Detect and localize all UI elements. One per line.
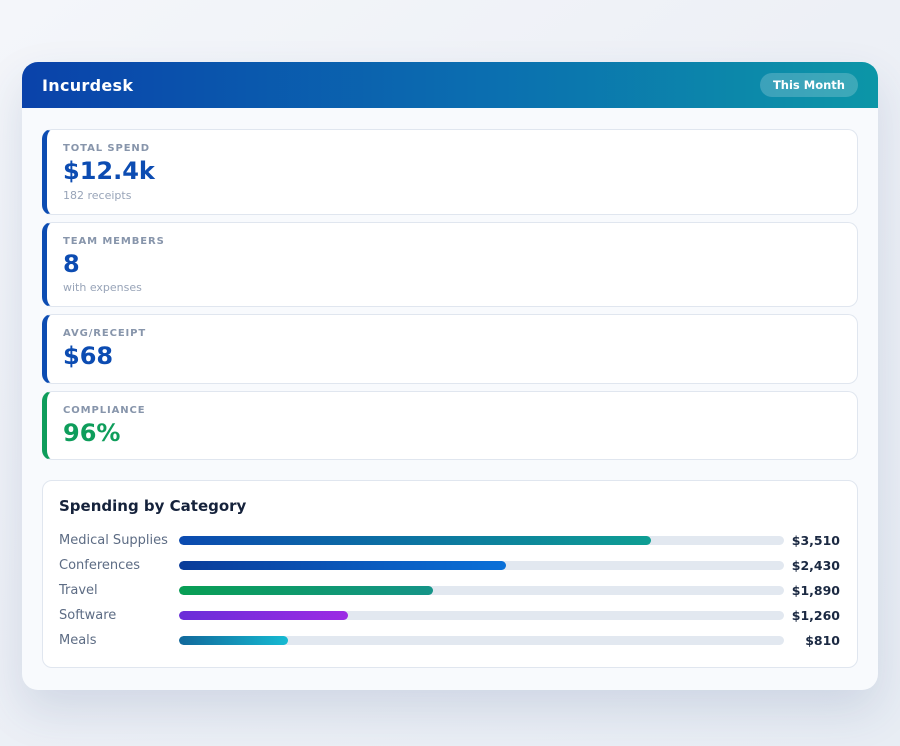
category-label: Software <box>59 608 179 623</box>
category-label: Meals <box>59 633 179 648</box>
category-value: $3,510 <box>784 533 840 548</box>
category-row: Conferences $2,430 <box>59 553 840 578</box>
category-bar-track <box>179 586 784 595</box>
stat-value: $12.4k <box>63 158 841 186</box>
app-header: Incurdesk This Month <box>22 62 878 108</box>
stat-value: $68 <box>63 343 841 371</box>
stat-value: 8 <box>63 251 841 279</box>
stat-label: AVG/RECEIPT <box>63 328 841 339</box>
category-row: Travel $1,890 <box>59 578 840 603</box>
dashboard-content: TOTAL SPEND $12.4k 182 receipts TEAM MEM… <box>22 108 878 690</box>
category-bar-track <box>179 636 784 645</box>
stat-card: TEAM MEMBERS 8 with expenses <box>42 222 858 308</box>
category-label: Medical Supplies <box>59 533 179 548</box>
stat-subtext: 182 receipts <box>63 189 841 202</box>
category-row: Software $1,260 <box>59 603 840 628</box>
category-bar-track <box>179 561 784 570</box>
category-value: $1,890 <box>784 583 840 598</box>
category-bar-fill <box>179 536 651 545</box>
app-title: Incurdesk <box>42 76 133 95</box>
category-value: $2,430 <box>784 558 840 573</box>
stat-card: COMPLIANCE 96% <box>42 391 858 461</box>
stat-label: TEAM MEMBERS <box>63 236 841 247</box>
stat-label: TOTAL SPEND <box>63 143 841 154</box>
stat-subtext: with expenses <box>63 281 841 294</box>
category-bar-fill <box>179 636 288 645</box>
dashboard-panel: Incurdesk This Month TOTAL SPEND $12.4k … <box>22 62 878 690</box>
stat-label: COMPLIANCE <box>63 405 841 416</box>
category-bar-track <box>179 611 784 620</box>
category-row: Meals $810 <box>59 628 840 653</box>
category-bar-list: Medical Supplies $3,510 Conferences $2,4… <box>59 528 840 653</box>
category-label: Travel <box>59 583 179 598</box>
category-row: Medical Supplies $3,510 <box>59 528 840 553</box>
stats-list: TOTAL SPEND $12.4k 182 receipts TEAM MEM… <box>42 129 858 460</box>
category-value: $1,260 <box>784 608 840 623</box>
category-label: Conferences <box>59 558 179 573</box>
period-badge[interactable]: This Month <box>760 73 858 97</box>
category-bar-fill <box>179 611 348 620</box>
category-bar-track <box>179 536 784 545</box>
spending-card-title: Spending by Category <box>59 497 840 515</box>
category-bar-fill <box>179 586 433 595</box>
stat-value: 96% <box>63 420 841 448</box>
category-bar-fill <box>179 561 506 570</box>
stat-card: AVG/RECEIPT $68 <box>42 314 858 384</box>
stat-card: TOTAL SPEND $12.4k 182 receipts <box>42 129 858 215</box>
spending-by-category-card: Spending by Category Medical Supplies $3… <box>42 480 858 668</box>
category-value: $810 <box>784 633 840 648</box>
